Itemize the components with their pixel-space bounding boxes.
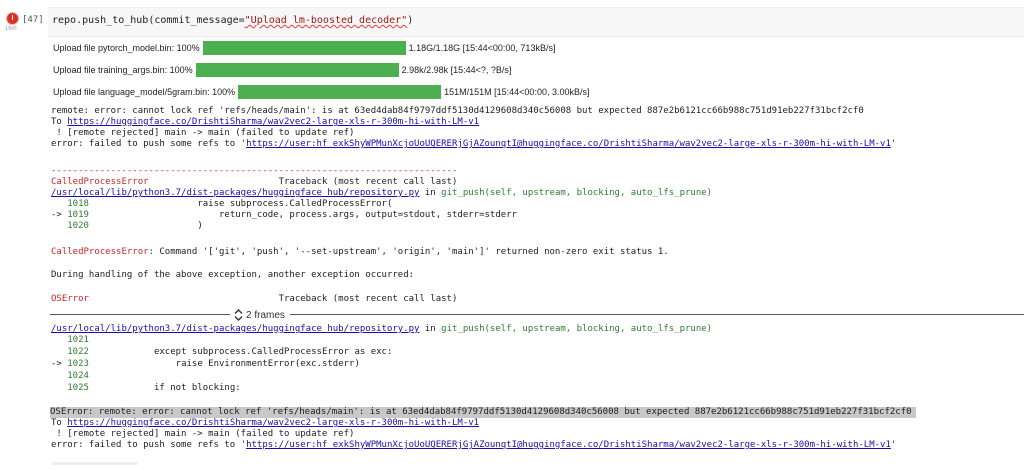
line-prefix: To bbox=[51, 418, 68, 428]
line-code: ) bbox=[88, 221, 203, 231]
upload-progress-row: Upload file training_args.bin: 100% 2.98… bbox=[53, 62, 511, 78]
line-prefix: To bbox=[51, 117, 68, 127]
line-marker bbox=[51, 371, 67, 381]
line-prefix: error: failed to push some refs to ' bbox=[51, 139, 247, 149]
expand-icon bbox=[234, 309, 243, 321]
line-number: 1023 bbox=[67, 359, 89, 369]
oserror-message: OSError: remote: error: cannot lock ref … bbox=[50, 407, 916, 418]
upload-progress-row: Upload file pytorch_model.bin: 100% 1.18… bbox=[53, 40, 555, 56]
line-number: 1024 bbox=[67, 371, 89, 381]
code-string: "Upload lm-boosted decoder" bbox=[244, 15, 408, 26]
upload-label: Upload file language_model/5gram.bin: 10… bbox=[53, 87, 236, 97]
traceback-code-line: 1022 except subprocess.CalledProcessErro… bbox=[51, 347, 392, 358]
traceback-label: Traceback (most recent call last) bbox=[88, 294, 458, 304]
code-call: repo.push_to_hub(commit_message= bbox=[52, 15, 245, 26]
stderr-line: ! [remote rejected] main -> main (failed… bbox=[51, 429, 355, 439]
line-number: 1025 bbox=[67, 383, 89, 393]
push-url-link[interactable]: https://user:hf_exkShyWPMunXcjoUoUQERERj… bbox=[246, 139, 891, 149]
repo-link[interactable]: https://huggingface.co/DrishtiSharma/wav… bbox=[67, 117, 479, 127]
frames-collapse-row: 2 frames bbox=[48, 308, 1024, 322]
progress-bar bbox=[238, 85, 442, 99]
frames-divider-left bbox=[50, 314, 230, 315]
stderr-line: To https://huggingface.co/DrishtiSharma/… bbox=[51, 418, 479, 429]
function-name: git_push(self, upstream, blocking, auto_… bbox=[441, 188, 713, 198]
function-name: git_push(self, upstream, blocking, auto_… bbox=[441, 324, 713, 334]
line-code: return_code, process.args, output=stdout… bbox=[88, 210, 518, 220]
line-prefix: error: failed to push some refs to ' bbox=[51, 440, 247, 450]
exception-message: CalledProcessError: Command '['git', 'pu… bbox=[51, 247, 669, 258]
traceback-label: Traceback (most recent call last) bbox=[148, 177, 458, 187]
upload-label: Upload file pytorch_model.bin: 100% bbox=[53, 43, 200, 53]
source-file-link[interactable]: /usr/local/lib/python3.7/dist-packages/h… bbox=[51, 324, 419, 334]
upload-stats: 151M/151M [15:44<00:00, 3.00kB/s] bbox=[444, 87, 590, 97]
line-marker bbox=[51, 335, 67, 345]
execution-count: [47] bbox=[22, 15, 44, 25]
stderr-line: To https://huggingface.co/DrishtiSharma/… bbox=[51, 117, 479, 128]
line-code: raise subprocess.CalledProcessError( bbox=[88, 199, 393, 209]
line-code: except subprocess.CalledProcessError as … bbox=[88, 347, 393, 357]
repo-link[interactable]: https://huggingface.co/DrishtiSharma/wav… bbox=[67, 418, 479, 428]
stderr-line: error: failed to push some refs to 'http… bbox=[51, 139, 896, 150]
traceback-code-line: 1024 bbox=[51, 371, 89, 382]
line-number: 1021 bbox=[67, 335, 89, 345]
code-line[interactable]: repo.push_to_hub(commit_message="Upload … bbox=[52, 15, 413, 26]
stderr-line: remote: error: cannot lock ref 'refs/hea… bbox=[51, 106, 864, 116]
line-marker: -> bbox=[51, 210, 68, 220]
in-text: in bbox=[419, 324, 442, 334]
traceback-code-line: 1018 raise subprocess.CalledProcessError… bbox=[51, 199, 392, 210]
traceback-code-line: 1020 ) bbox=[51, 221, 203, 232]
stderr-line: error: failed to push some refs to 'http… bbox=[51, 440, 896, 451]
in-text: in bbox=[419, 188, 442, 198]
line-marker bbox=[51, 347, 67, 357]
line-marker bbox=[51, 221, 67, 231]
line-suffix: ' bbox=[890, 139, 897, 149]
progress-bar bbox=[195, 63, 399, 77]
line-number: 1020 bbox=[67, 221, 89, 231]
traceback-separator: ----------------------------------------… bbox=[51, 166, 458, 176]
code-cell[interactable]: repo.push_to_hub(commit_message="Upload … bbox=[48, 7, 1024, 37]
during-handling-text: During handling of the above exception, … bbox=[51, 270, 415, 280]
line-marker: -> bbox=[51, 359, 68, 369]
upload-stats: 2.98k/2.98k [15:44<?, ?B/s] bbox=[401, 65, 512, 75]
line-number: 1022 bbox=[67, 347, 89, 357]
frames-label: 2 frames bbox=[246, 309, 285, 321]
line-suffix: ' bbox=[890, 440, 897, 450]
error-status-icon[interactable] bbox=[7, 13, 18, 24]
frames-toggle[interactable]: 2 frames bbox=[234, 308, 285, 322]
line-code: if not blocking: bbox=[88, 383, 241, 393]
upload-progress-row: Upload file language_model/5gram.bin: 10… bbox=[53, 84, 589, 100]
traceback-header: OSError Traceback (most recent call last… bbox=[51, 294, 457, 305]
traceback-code-line: -> 1019 return_code, process.args, outpu… bbox=[51, 210, 517, 221]
exception-text: : Command '['git', 'push', '--set-upstre… bbox=[148, 247, 669, 257]
exception-name: CalledProcessError bbox=[51, 177, 149, 187]
code-close-paren: ) bbox=[407, 15, 414, 26]
traceback-code-line: 1025 if not blocking: bbox=[51, 383, 241, 394]
traceback-location: /usr/local/lib/python3.7/dist-packages/h… bbox=[51, 324, 712, 335]
cell-gutter: 16m [47] bbox=[0, 0, 48, 469]
traceback-location: /usr/local/lib/python3.7/dist-packages/h… bbox=[51, 188, 712, 199]
upload-label: Upload file training_args.bin: 100% bbox=[53, 65, 193, 75]
line-code: raise EnvironmentError(exc.stderr) bbox=[88, 359, 360, 369]
frames-divider-right bbox=[290, 314, 1024, 315]
line-number: 1018 bbox=[67, 199, 89, 209]
upload-stats: 1.18G/1.18G [15:44<00:00, 713kB/s] bbox=[408, 43, 556, 53]
exception-name: CalledProcessError bbox=[51, 247, 149, 257]
line-marker bbox=[51, 383, 67, 393]
output-scrollbar[interactable] bbox=[52, 462, 138, 465]
run-time: 16m bbox=[5, 26, 17, 32]
traceback-header: CalledProcessError Traceback (most recen… bbox=[51, 177, 457, 188]
stderr-line: ! [remote rejected] main -> main (failed… bbox=[51, 128, 355, 138]
traceback-code-line: -> 1023 raise EnvironmentError(exc.stder… bbox=[51, 359, 360, 370]
progress-bar bbox=[202, 41, 406, 55]
line-marker bbox=[51, 199, 67, 209]
line-number: 1019 bbox=[67, 210, 89, 220]
push-url-link[interactable]: https://user:hf_exkShyWPMunXcjoUoUQERERj… bbox=[246, 440, 891, 450]
source-file-link[interactable]: /usr/local/lib/python3.7/dist-packages/h… bbox=[51, 188, 419, 198]
traceback-code-line: 1021 bbox=[51, 335, 89, 346]
exception-name: OSError bbox=[51, 294, 89, 304]
